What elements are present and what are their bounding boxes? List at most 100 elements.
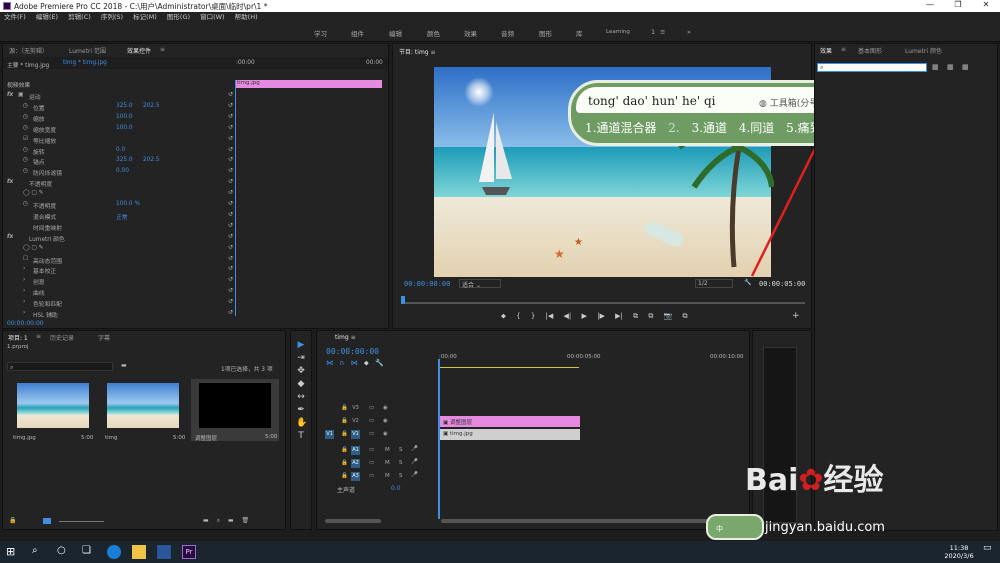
- effect-property-value-2[interactable]: 202.5: [143, 157, 160, 163]
- effects-search-field[interactable]: ⌕: [817, 63, 927, 72]
- tab-captions[interactable]: 字幕: [98, 333, 110, 342]
- effect-property-value[interactable]: 100.0: [116, 114, 133, 120]
- reset-icon[interactable]: ↺: [228, 309, 233, 316]
- solo-button[interactable]: S: [399, 447, 403, 453]
- effect-row[interactable]: fx ▣ 运动 ↺: [3, 90, 235, 101]
- edge-browser-icon[interactable]: [107, 545, 121, 559]
- lift-button[interactable]: ⧉: [633, 312, 638, 320]
- add-marker-icon[interactable]: ⬥: [364, 359, 369, 367]
- effect-property-value-2[interactable]: 202.5: [143, 103, 160, 109]
- workspace-audio[interactable]: 音频: [501, 28, 514, 38]
- tab-lumetri-color[interactable]: Lumetri 颜色: [905, 46, 942, 55]
- effect-row[interactable]: ◷ 锚点 325.0 202.5 ↺: [3, 155, 235, 166]
- bin-icon[interactable]: ▬: [203, 517, 209, 524]
- timeline-clip-timg[interactable]: ▣ timg.jpg: [440, 429, 580, 440]
- effect-property-value[interactable]: 100.0: [116, 125, 133, 131]
- sync-lock-icon[interactable]: ▭: [369, 418, 374, 424]
- tab-effects[interactable]: 效果: [820, 46, 832, 55]
- effect-row[interactable]: › 曲线 ↺: [3, 286, 235, 297]
- sync-lock-icon[interactable]: ▭: [369, 473, 374, 479]
- zoom-slider[interactable]: [59, 521, 104, 522]
- stopwatch-icon[interactable]: ›: [23, 310, 25, 316]
- comparison-view-button[interactable]: ⧉: [683, 312, 688, 320]
- stopwatch-icon[interactable]: ◷: [23, 103, 28, 109]
- effect-row[interactable]: ☐ 高动态范围 ↺: [3, 254, 235, 265]
- restore-button[interactable]: ❐: [944, 0, 972, 9]
- menu-window[interactable]: 窗口(W): [200, 12, 225, 23]
- microphone-icon[interactable]: 🎤: [411, 446, 418, 452]
- 32bit-effects-icon[interactable]: ▦: [947, 63, 954, 71]
- ime-candidate-2[interactable]: 2.: [668, 121, 679, 135]
- tab-effect-controls[interactable]: 效果控件: [127, 46, 151, 55]
- program-playhead[interactable]: [401, 296, 405, 304]
- track-select-tool-icon[interactable]: ⇥: [296, 352, 306, 365]
- lock-icon[interactable]: 🔒: [341, 447, 348, 453]
- microphone-icon[interactable]: 🎤: [411, 472, 418, 478]
- effect-row[interactable]: › HSL 辅助 ↺: [3, 308, 235, 319]
- mute-button[interactable]: M: [385, 473, 390, 479]
- new-item-icon[interactable]: ▬: [228, 517, 234, 524]
- master-clip-label[interactable]: 主要 * timg.jpg: [7, 60, 49, 69]
- track-header[interactable]: 🔒 A1 ▭ M S 🎤: [317, 445, 437, 457]
- stopwatch-icon[interactable]: ◯ ▢ ✎: [23, 245, 44, 251]
- sync-lock-icon[interactable]: ▭: [369, 431, 374, 437]
- fx-toggle-icon[interactable]: fx: [7, 234, 13, 240]
- reset-icon[interactable]: ↺: [228, 244, 233, 251]
- reset-icon[interactable]: ↺: [228, 233, 233, 240]
- stopwatch-icon[interactable]: ›: [23, 266, 25, 272]
- stopwatch-icon[interactable]: ◷: [23, 147, 28, 153]
- effect-property-value[interactable]: 0.0: [116, 147, 125, 153]
- mute-button[interactable]: M: [385, 460, 390, 466]
- effect-row[interactable]: ◯ ▢ ✎ ↺: [3, 188, 235, 198]
- tab-project-menu[interactable]: ≡: [36, 333, 41, 340]
- reset-icon[interactable]: ↺: [228, 102, 233, 109]
- timeline-timecode[interactable]: 00:00:00:00: [326, 347, 379, 356]
- work-area-bar[interactable]: [439, 367, 579, 368]
- pen-tool-icon[interactable]: ✒: [296, 404, 306, 417]
- sequence-clip-label[interactable]: timg * timg.jpg: [63, 60, 107, 66]
- clock[interactable]: 11:38 2020/3/6: [944, 544, 974, 560]
- close-button[interactable]: ✕: [972, 0, 1000, 9]
- mark-in-button[interactable]: {: [516, 312, 520, 320]
- microphone-icon[interactable]: 🎤: [411, 459, 418, 465]
- menu-marker[interactable]: 标记(M): [133, 12, 157, 23]
- mute-button[interactable]: M: [385, 447, 390, 453]
- add-marker-button[interactable]: ⬥: [501, 312, 506, 320]
- reset-icon[interactable]: ↺: [228, 265, 233, 272]
- yuv-effects-icon[interactable]: ▦: [962, 63, 969, 71]
- find-icon[interactable]: ⌕: [217, 517, 220, 524]
- workspace-editing[interactable]: 编辑: [389, 28, 402, 38]
- tab-project[interactable]: 项目: 1: [8, 333, 28, 342]
- menu-help[interactable]: 帮助(H): [235, 12, 258, 23]
- reset-icon[interactable]: ↺: [228, 287, 233, 294]
- mark-out-button[interactable]: }: [531, 312, 535, 320]
- reset-icon[interactable]: ↺: [228, 222, 233, 229]
- export-frame-button[interactable]: 📷: [664, 312, 673, 320]
- track-header[interactable]: 🔒 V2 ▭ ◉: [317, 416, 437, 428]
- effect-row[interactable]: › 创意 ↺: [3, 275, 235, 286]
- track-header[interactable]: V1 🔒 V1 ▭ ◉: [317, 429, 437, 441]
- stopwatch-icon[interactable]: ▣: [18, 92, 23, 98]
- tab-history[interactable]: 历史记录: [50, 333, 74, 342]
- step-back-button[interactable]: ◀|: [564, 312, 572, 320]
- lock-icon[interactable]: 🔒: [9, 517, 16, 524]
- timeline-clip-adjustment-layer[interactable]: ▣ 调整图层: [440, 416, 580, 427]
- sync-lock-icon[interactable]: ▭: [369, 447, 374, 453]
- reset-icon[interactable]: ↺: [228, 135, 233, 142]
- word-icon[interactable]: [157, 545, 171, 559]
- effect-row[interactable]: 混合模式 正常 ↺: [3, 210, 235, 221]
- snap-icon[interactable]: ∩: [339, 359, 344, 367]
- reset-icon[interactable]: ↺: [228, 91, 233, 98]
- razor-tool-icon[interactable]: ◆: [296, 378, 306, 391]
- stopwatch-icon[interactable]: ›: [23, 288, 25, 294]
- ime-language[interactable]: 中: [716, 524, 723, 534]
- lock-icon[interactable]: 🔒: [341, 460, 348, 466]
- track-name[interactable]: A2: [351, 459, 360, 468]
- stopwatch-icon[interactable]: ☑: [23, 136, 28, 142]
- project-item-selected[interactable]: 调整图层 5:00: [191, 379, 279, 442]
- effect-row[interactable]: ◯ ▢ ✎ ↺: [3, 243, 235, 253]
- reset-icon[interactable]: ↺: [228, 189, 233, 196]
- lock-icon[interactable]: 🔒: [341, 405, 348, 411]
- resolution-dropdown[interactable]: 1/2: [695, 279, 733, 288]
- ime-candidate-3[interactable]: 3.通道: [692, 121, 727, 135]
